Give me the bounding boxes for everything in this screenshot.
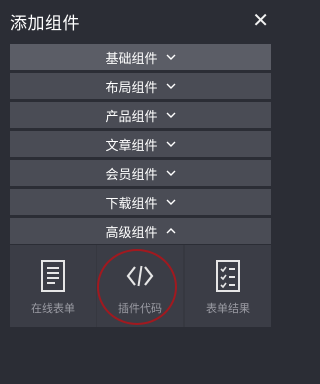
close-icon[interactable]: ✕: [252, 9, 269, 31]
chevron-down-icon: [166, 54, 176, 60]
panel-header: 添加组件 ✕: [0, 0, 281, 40]
category-article[interactable]: 文章组件: [10, 131, 271, 157]
advanced-components-panel: 在线表单 插件代码 表单结果: [10, 245, 271, 327]
chevron-down-icon: [166, 170, 176, 176]
form-document-icon: [38, 259, 68, 297]
form-results-checklist-icon: [213, 259, 243, 297]
category-label: 产品组件: [105, 109, 158, 125]
category-layout[interactable]: 布局组件: [10, 73, 271, 99]
code-brackets-icon: [125, 259, 155, 297]
panel-title: 添加组件: [10, 14, 80, 34]
online-form-tile[interactable]: 在线表单: [10, 245, 96, 327]
category-label: 基础组件: [105, 51, 158, 67]
category-label: 文章组件: [105, 138, 158, 154]
tile-label: 在线表单: [31, 302, 75, 315]
category-basic[interactable]: 基础组件: [10, 44, 271, 70]
chevron-down-icon: [166, 141, 176, 147]
category-label: 会员组件: [105, 167, 158, 183]
chevron-down-icon: [166, 199, 176, 205]
category-download[interactable]: 下载组件: [10, 189, 271, 215]
category-advanced[interactable]: 高级组件: [10, 218, 271, 244]
tile-label: 插件代码: [118, 302, 162, 315]
category-label: 布局组件: [105, 80, 158, 96]
category-label: 下载组件: [105, 196, 158, 212]
form-results-tile[interactable]: 表单结果: [185, 245, 271, 327]
chevron-down-icon: [166, 112, 176, 118]
tile-label: 表单结果: [206, 302, 250, 315]
category-member[interactable]: 会员组件: [10, 160, 271, 186]
chevron-up-icon: [166, 228, 176, 234]
plugin-code-tile[interactable]: 插件代码: [97, 245, 183, 327]
chevron-down-icon: [166, 83, 176, 89]
category-label: 高级组件: [105, 225, 158, 241]
category-product[interactable]: 产品组件: [10, 102, 271, 128]
